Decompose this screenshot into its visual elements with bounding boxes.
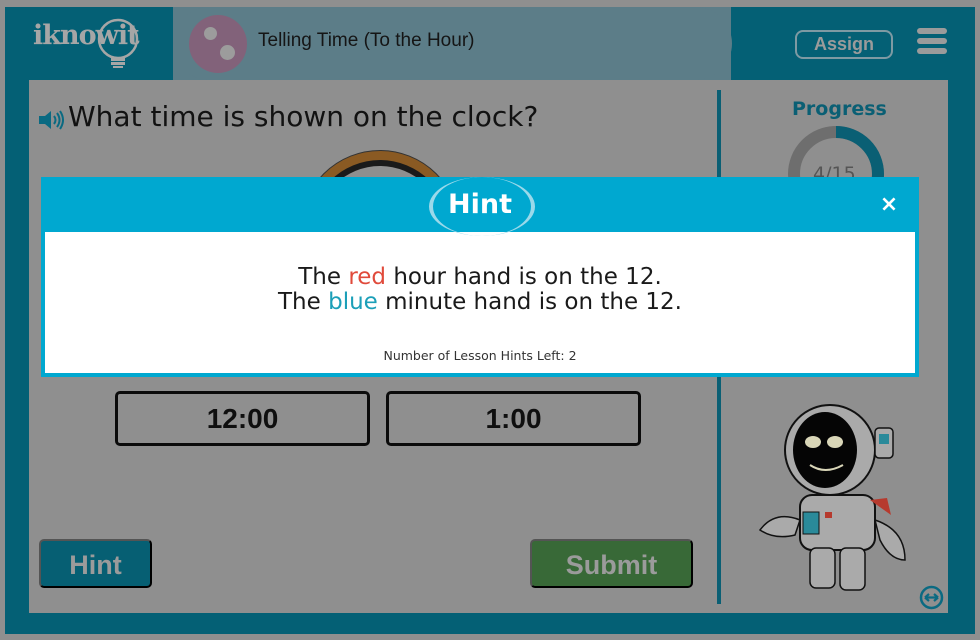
hamburger-menu-icon[interactable]: [917, 28, 947, 54]
astronaut-mascot: [758, 404, 906, 591]
answer-choice-1-00[interactable]: 1:00: [386, 391, 641, 446]
speaker-icon[interactable]: [37, 108, 65, 132]
hint-blue-word: blue: [328, 289, 378, 315]
close-icon[interactable]: ×: [877, 193, 901, 217]
lightbulb-icon: [97, 18, 139, 68]
assign-button[interactable]: Assign: [795, 30, 893, 59]
hint-modal-header: Hint ×: [45, 177, 915, 236]
hint-button[interactable]: Hint: [39, 539, 152, 588]
hint-modal: Hint × The red hour hand is on the 12. T…: [41, 177, 919, 377]
hints-left-text: Number of Lesson Hints Left: 2: [383, 348, 577, 363]
hint-modal-title: Hint: [448, 189, 512, 220]
topic-icon: [189, 15, 247, 73]
submit-button[interactable]: Submit: [530, 539, 693, 588]
question-text: What time is shown on the clock?: [68, 100, 539, 133]
hint-modal-body: The red hour hand is on the 12. The blue…: [45, 232, 915, 373]
hint-line-hour-hand: The red hour hand is on the 12.: [298, 264, 662, 290]
expand-toggle-icon[interactable]: [919, 585, 944, 610]
hint-line-minute-hand: The blue minute hand is on the 12.: [278, 289, 682, 315]
answer-choice-12-00[interactable]: 12:00: [115, 391, 370, 446]
progress-label: Progress: [792, 98, 887, 120]
topic-title: Telling Time (To the Hour): [258, 30, 475, 51]
hint-red-word: red: [348, 264, 387, 290]
